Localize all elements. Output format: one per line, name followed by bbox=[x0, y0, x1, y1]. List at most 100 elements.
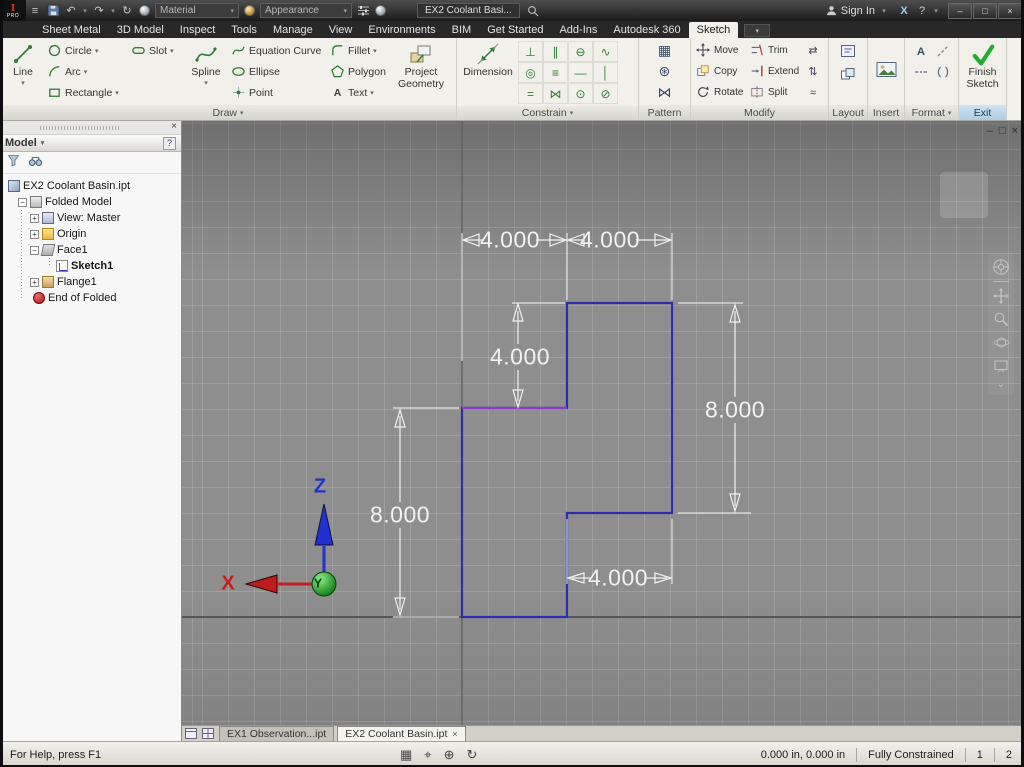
circle-button[interactable]: Circle ▾ bbox=[45, 40, 127, 61]
tree-item-end-of-folded[interactable]: End of Folded bbox=[2, 290, 179, 306]
constraint-parallel-button[interactable]: ∥ bbox=[543, 41, 568, 62]
trim-button[interactable]: Trim bbox=[748, 40, 803, 61]
panel-draw-label[interactable]: Draw ▾ bbox=[0, 105, 456, 120]
doc-tab-ex2-coolant-basin[interactable]: EX2 Coolant Basin.ipt × bbox=[337, 726, 466, 741]
doc-restore-icon[interactable]: □ bbox=[999, 125, 1006, 137]
redo-dropdown-icon[interactable]: ▾ bbox=[109, 2, 117, 19]
browser-close-icon[interactable]: × bbox=[171, 121, 177, 132]
panel-insert-label[interactable]: Insert bbox=[868, 105, 904, 120]
split-button[interactable]: Split bbox=[748, 82, 803, 103]
constraint-collinear-button[interactable]: ≡ bbox=[543, 62, 568, 83]
appearance-combo[interactable]: Appearance ▾ bbox=[260, 3, 352, 18]
panel-modify-label[interactable]: Modify bbox=[691, 105, 828, 120]
search-icon[interactable] bbox=[525, 2, 541, 19]
centerline-button[interactable] bbox=[910, 61, 932, 82]
app-menu-icon[interactable]: ≡ bbox=[27, 2, 43, 19]
constraint-perpendicular-button[interactable]: ⊥ bbox=[518, 41, 543, 62]
insert-image-button[interactable] bbox=[876, 61, 897, 83]
tab-environments[interactable]: Environments bbox=[360, 22, 443, 38]
measure-icon[interactable]: ⊕ bbox=[444, 747, 455, 763]
expand-icon[interactable]: + bbox=[30, 213, 39, 223]
rotate-button[interactable]: Rotate bbox=[694, 82, 746, 103]
tab-view[interactable]: View bbox=[321, 22, 361, 38]
constraint-vertical-button[interactable]: │ bbox=[593, 62, 618, 83]
maximize-button[interactable]: □ bbox=[973, 2, 997, 19]
redo-icon[interactable]: ↷ bbox=[91, 2, 107, 19]
dimension-value[interactable]: 8.000 bbox=[370, 502, 430, 529]
nav-more-icon[interactable]: ⌄ bbox=[997, 379, 1005, 390]
dimension-button[interactable]: Dimension bbox=[460, 40, 516, 79]
material-combo[interactable]: Material ▾ bbox=[155, 3, 239, 18]
dimension-value[interactable]: 4.000 bbox=[588, 565, 648, 592]
format-text-button[interactable]: A bbox=[910, 40, 932, 61]
constraint-symmetric-button[interactable]: ⋈ bbox=[543, 83, 568, 104]
tree-item-folded-model[interactable]: − Folded Model bbox=[2, 194, 179, 210]
rectangular-pattern-button[interactable]: ▦ bbox=[658, 40, 671, 61]
dimension-graphics[interactable] bbox=[393, 233, 751, 618]
tree-item-flange1[interactable]: + Flange1 bbox=[2, 274, 179, 290]
drag-handle[interactable] bbox=[40, 126, 120, 130]
rectangle-button[interactable]: Rectangle ▾ bbox=[45, 82, 127, 103]
help-dropdown-icon[interactable]: ▾ bbox=[932, 2, 940, 19]
browser-header[interactable]: Model ▾ ? bbox=[0, 135, 181, 152]
tab-get-started[interactable]: Get Started bbox=[479, 22, 551, 38]
update-icon[interactable]: ↻ bbox=[119, 2, 135, 19]
sketch-blocks-button[interactable] bbox=[840, 63, 856, 84]
tree-item-sketch1[interactable]: Sketch1 bbox=[2, 258, 179, 274]
collapse-icon[interactable]: − bbox=[30, 245, 39, 255]
create-block-button[interactable] bbox=[840, 40, 856, 61]
arc-button[interactable]: Arc ▾ bbox=[45, 61, 127, 82]
equation-curve-button[interactable]: Equation Curve bbox=[229, 40, 326, 61]
move-button[interactable]: Move bbox=[694, 40, 746, 61]
constraint-coincident-button[interactable]: ⊙ bbox=[568, 83, 593, 104]
project-geometry-button[interactable]: Project Geometry bbox=[394, 40, 448, 90]
doc-minimize-icon[interactable]: – bbox=[987, 125, 993, 137]
collapse-icon[interactable]: − bbox=[18, 197, 27, 207]
tab-sketch[interactable]: Sketch bbox=[688, 22, 739, 38]
tab-tools[interactable]: Tools bbox=[223, 22, 265, 38]
browser-titlebar[interactable]: × bbox=[0, 121, 181, 135]
save-icon[interactable] bbox=[45, 2, 61, 19]
driven-dimension-button[interactable] bbox=[932, 61, 954, 82]
update-icon[interactable]: ↻ bbox=[467, 747, 478, 763]
tab-manage[interactable]: Manage bbox=[265, 22, 321, 38]
viewport[interactable]: – □ × 4.000 4.000 4.000 8.000 8.000 4.00… bbox=[182, 121, 1024, 725]
pan-icon[interactable] bbox=[992, 287, 1010, 305]
tile-grid-icon[interactable] bbox=[201, 727, 215, 740]
orbit-icon[interactable] bbox=[992, 333, 1010, 351]
dimension-value[interactable]: 4.000 bbox=[480, 227, 540, 254]
ribbon-display-toggle[interactable]: ▾ bbox=[744, 24, 771, 37]
tree-item-view-master[interactable]: + View: Master bbox=[2, 210, 179, 226]
tile-windows-icon[interactable] bbox=[184, 727, 198, 740]
tab-bim[interactable]: BIM bbox=[444, 22, 480, 38]
panel-exit-label[interactable]: Exit bbox=[959, 105, 1006, 120]
finish-sketch-button[interactable]: Finish Sketch bbox=[962, 40, 1003, 90]
tab-autodesk-360[interactable]: Autodesk 360 bbox=[605, 22, 688, 38]
offset-button[interactable]: ≈ bbox=[805, 82, 821, 103]
precise-input-icon[interactable]: ⌖ bbox=[424, 747, 431, 763]
extend-button[interactable]: Extend bbox=[748, 61, 803, 82]
look-at-icon[interactable] bbox=[992, 356, 1010, 374]
line-button[interactable]: Line ▾ bbox=[3, 40, 43, 87]
dimension-value[interactable]: 8.000 bbox=[705, 397, 765, 424]
tab-inspect[interactable]: Inspect bbox=[172, 22, 223, 38]
scale-button[interactable]: ⇄ bbox=[805, 40, 821, 61]
circular-pattern-button[interactable]: ⊛ bbox=[659, 61, 671, 82]
copy-button[interactable]: Copy bbox=[694, 61, 746, 82]
minimize-button[interactable]: – bbox=[948, 2, 972, 19]
slot-button[interactable]: Slot ▾ bbox=[129, 40, 183, 61]
tree-item-root[interactable]: EX2 Coolant Basin.ipt bbox=[2, 178, 179, 194]
expand-icon[interactable]: + bbox=[30, 277, 39, 287]
sign-in-button[interactable]: Sign In ▾ bbox=[826, 2, 889, 19]
panel-pattern-label[interactable]: Pattern bbox=[639, 105, 690, 120]
constraint-concentric-button[interactable]: ◎ bbox=[518, 62, 543, 83]
help-icon[interactable]: ? bbox=[914, 2, 930, 19]
spline-button[interactable]: Spline ▾ bbox=[185, 40, 227, 87]
panel-layout-label[interactable]: Layout bbox=[829, 105, 867, 120]
undo-icon[interactable]: ↶ bbox=[63, 2, 79, 19]
constraint-tangent-button[interactable]: ⊖ bbox=[568, 41, 593, 62]
constraint-smooth-button[interactable]: ∿ bbox=[593, 41, 618, 62]
tab-3d-model[interactable]: 3D Model bbox=[109, 22, 172, 38]
viewcube[interactable] bbox=[940, 172, 988, 218]
fillet-button[interactable]: Fillet ▾ bbox=[328, 40, 392, 61]
